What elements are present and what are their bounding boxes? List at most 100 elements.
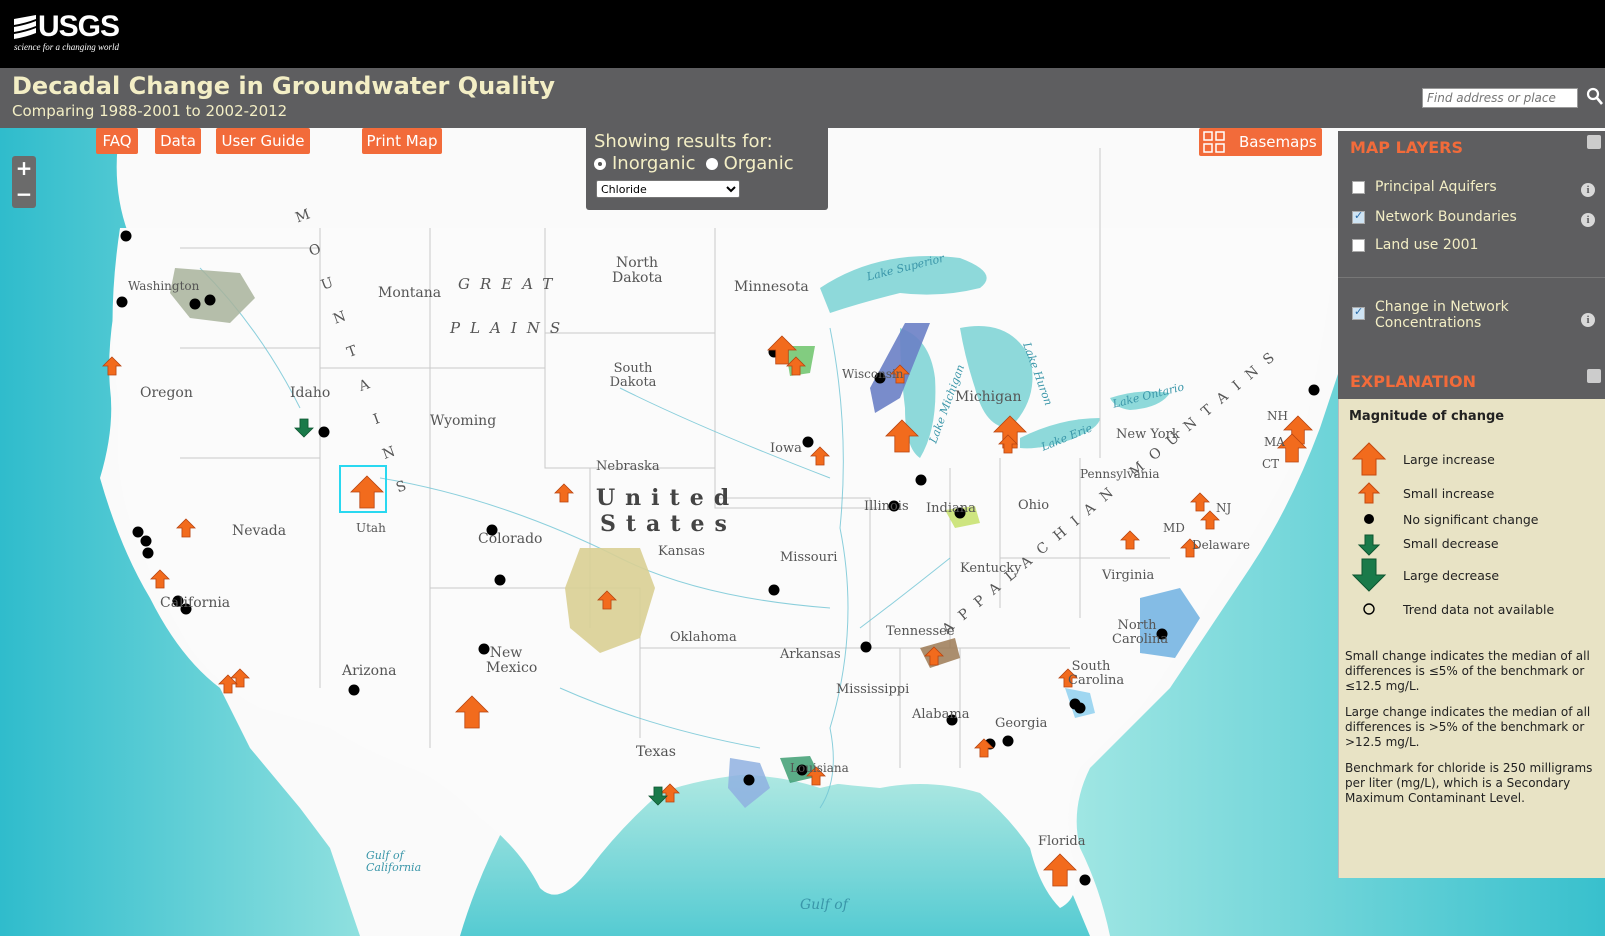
organic-radio[interactable] — [705, 157, 718, 170]
label-oklahoma: Oklahoma — [670, 630, 737, 645]
large-increase-arrow-icon — [1351, 442, 1387, 476]
label-delaware: Delaware — [1192, 538, 1250, 552]
no-change-dot-icon[interactable] — [743, 774, 755, 786]
label-north-dakota: North Dakota — [612, 255, 663, 287]
label-missouri: Missouri — [780, 550, 838, 565]
usgs-wordmark: USGS — [38, 10, 120, 43]
label-california: California — [160, 595, 231, 611]
no-change-dot-icon[interactable] — [132, 526, 144, 538]
no-change-dot-icon[interactable] — [142, 547, 154, 559]
layer-land-use[interactable]: Land use 2001 — [1352, 237, 1478, 253]
inorganic-radio[interactable] — [594, 157, 606, 170]
label-ma: MA — [1264, 435, 1285, 449]
search-icon[interactable] — [1586, 86, 1604, 106]
label-arizona: Arizona — [342, 663, 397, 679]
no-change-dot-icon[interactable] — [204, 294, 216, 306]
label-florida: Florida — [1038, 834, 1086, 849]
layer-change-network-concentrations[interactable]: Change in Network Concentrations — [1352, 299, 1552, 331]
no-change-dot-icon[interactable] — [189, 298, 201, 310]
info-icon[interactable]: i — [1581, 213, 1595, 227]
label-ohio: Ohio — [1018, 498, 1050, 513]
organic-label[interactable]: Organic — [724, 153, 794, 174]
no-change-dot-icon[interactable] — [1074, 702, 1086, 714]
label-washington: Washington — [128, 279, 200, 293]
usgs-logo[interactable]: USGS science for a changing world — [14, 10, 120, 52]
label-north-carolina: North Carolina — [1112, 618, 1169, 648]
expand-icon[interactable] — [1587, 135, 1601, 149]
label-wisconsin: Wisconsin — [842, 367, 904, 381]
legend-label: No significant change — [1403, 512, 1539, 527]
label-montana: Montana — [378, 285, 442, 301]
zoom-out-button[interactable]: − — [12, 182, 36, 208]
basemaps-label: Basemaps — [1239, 133, 1317, 151]
label-united: United — [596, 485, 740, 511]
inorganic-label[interactable]: Inorganic — [612, 153, 696, 174]
change-concentrations-checkbox[interactable] — [1352, 305, 1365, 320]
map-layers-title: MAP LAYERS — [1350, 138, 1464, 157]
legend-large-increase: Large increase — [1349, 439, 1599, 479]
constituent-select[interactable]: Chloride — [596, 180, 740, 198]
info-icon[interactable]: i — [1581, 183, 1595, 197]
no-change-dot-icon[interactable] — [120, 230, 132, 242]
no-change-dot-icon[interactable] — [860, 641, 872, 653]
info-icon[interactable]: i — [1581, 313, 1595, 327]
faq-button[interactable]: FAQ — [96, 128, 138, 154]
basemap-grid-icon — [1203, 131, 1225, 153]
explanation-header[interactable]: EXPLANATION — [1338, 365, 1605, 399]
print-map-button[interactable]: Print Map — [362, 128, 442, 154]
layer-principal-aquifers[interactable]: Principal Aquifers — [1352, 179, 1497, 195]
label-nebraska: Nebraska — [596, 459, 660, 474]
layer-label: Land use 2001 — [1375, 237, 1479, 253]
legend-label: Large increase — [1403, 452, 1495, 467]
data-button[interactable]: Data — [155, 128, 201, 154]
magnitude-heading: Magnitude of change — [1349, 409, 1505, 424]
map-layers-panel: MAP LAYERS Principal Aquifers i Network … — [1338, 131, 1605, 387]
network-boundaries-checkbox[interactable] — [1352, 209, 1365, 224]
user-guide-button[interactable]: User Guide — [216, 128, 310, 154]
no-change-dot-icon[interactable] — [1079, 874, 1091, 886]
no-change-dot-icon[interactable] — [140, 535, 152, 547]
no-change-dot-icon[interactable] — [1002, 735, 1014, 747]
label-utah: Utah — [356, 521, 386, 535]
layer-network-boundaries[interactable]: Network Boundaries — [1352, 209, 1517, 225]
no-change-dot-icon[interactable] — [1308, 384, 1320, 396]
label-south-carolina: South Carolina — [1068, 659, 1125, 689]
usgs-wave-icon — [14, 15, 36, 39]
label-texas: Texas — [636, 744, 676, 760]
label-minnesota: Minnesota — [734, 279, 809, 295]
label-michigan: Michigan — [955, 389, 1022, 405]
label-idaho: Idaho — [290, 385, 331, 401]
large-decrease-arrow-icon — [1351, 558, 1387, 592]
label-arkansas: Arkansas — [780, 647, 841, 662]
legend-label: Small increase — [1403, 486, 1495, 501]
address-search-input[interactable] — [1422, 88, 1578, 108]
map-layers-header[interactable]: MAP LAYERS — [1338, 131, 1605, 165]
label-louisiana: Louisiana — [790, 761, 849, 775]
label-gulf-of-california: Gulf of California — [366, 849, 422, 875]
label-gulf-of-mexico: Gulf of — [800, 897, 848, 913]
label-wyoming: Wyoming — [430, 413, 497, 429]
label-nj: NJ — [1216, 501, 1232, 515]
explanation-title: EXPLANATION — [1350, 372, 1476, 391]
label-nevada: Nevada — [232, 523, 287, 539]
no-change-dot-icon[interactable] — [318, 426, 330, 438]
no-change-dot-icon[interactable] — [116, 296, 128, 308]
land-use-checkbox[interactable] — [1352, 239, 1365, 252]
showing-results-panel: Showing results for: Inorganic Organic C… — [586, 128, 828, 210]
no-change-dot-icon[interactable] — [494, 574, 506, 586]
label-indiana: Indiana — [926, 501, 976, 516]
basemaps-button[interactable]: Basemaps — [1199, 128, 1322, 156]
title-bar: Decadal Change in Groundwater Quality Co… — [0, 68, 1605, 128]
no-change-dot-icon[interactable] — [915, 474, 927, 486]
no-change-dot-icon[interactable] — [768, 584, 780, 596]
expand-icon[interactable] — [1587, 369, 1601, 383]
no-change-dot-icon[interactable] — [802, 436, 814, 448]
no-change-dot-icon[interactable] — [348, 684, 360, 696]
label-new-mexico: New Mexico — [486, 645, 538, 677]
note-large-change: Large change indicates the median of all… — [1345, 705, 1591, 749]
principal-aquifers-checkbox[interactable] — [1352, 181, 1365, 194]
zoom-in-button[interactable]: + — [12, 156, 36, 182]
label-illinois: Illinois — [864, 499, 909, 514]
app-root: USGS science for a changing world Decada… — [0, 0, 1605, 936]
label-states: States — [600, 511, 737, 537]
